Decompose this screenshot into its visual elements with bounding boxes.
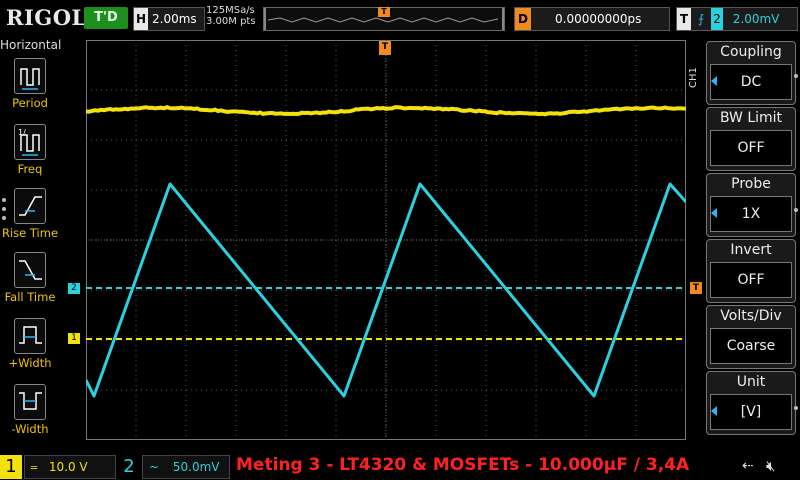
dc-coupling-icon: ═ [31, 463, 37, 474]
ch1-offset-marker[interactable]: 1 [68, 333, 80, 344]
bw-limit-title: BW Limit [707, 110, 795, 126]
ch2-badge[interactable]: 2 [118, 455, 140, 479]
left-menu-title: Horizontal [0, 38, 60, 52]
trigger-settings-display[interactable]: T ⨍ 2 2.00mV [676, 7, 798, 31]
right-page-dot [794, 74, 798, 78]
waveform-display[interactable] [86, 40, 686, 440]
timebase-display[interactable]: H 2.00ms [133, 7, 205, 31]
rigol-logo: RIGOL [6, 5, 87, 30]
trigger-level-value: 2.00mV [733, 12, 780, 26]
ch2-scale-display[interactable]: ~ 50.0mV [142, 455, 230, 479]
bw-limit-button[interactable]: BW Limit OFF [706, 107, 796, 171]
measure-frequency-button[interactable]: 1/ Freq [0, 124, 60, 176]
ac-coupling-icon: ~ [149, 460, 159, 474]
bw-limit-value: OFF [710, 130, 792, 166]
positive-width-icon [14, 318, 46, 354]
timebase-value: 2.00ms [152, 12, 197, 26]
volts-div-title: Volts/Div [707, 308, 795, 324]
trigger-source: 2 [711, 8, 723, 30]
probe-button[interactable]: Probe 1X [706, 173, 796, 237]
invert-button[interactable]: Invert OFF [706, 239, 796, 303]
coupling-button[interactable]: Coupling DC [706, 41, 796, 105]
coupling-arrow-icon [711, 76, 717, 86]
period-icon [14, 58, 46, 94]
trigger-level-marker[interactable]: T [690, 282, 702, 294]
right-page-dot [794, 406, 798, 410]
unit-title: Unit [707, 374, 795, 390]
probe-arrow-icon [711, 208, 717, 218]
coupling-value: DC [710, 64, 792, 100]
negative-width-icon [14, 384, 46, 420]
rise-time-label: Rise Time [0, 226, 60, 240]
trigger-key: T [677, 8, 691, 30]
unit-value: [V] [710, 394, 792, 430]
memory-trigger-marker: T [378, 7, 390, 17]
invert-title: Invert [707, 242, 795, 258]
screen-caption: Meting 3 - LT4320 & MOSFETs - 10.000µF /… [236, 452, 689, 478]
measure-fall-time-button[interactable]: Fall Time [0, 252, 60, 304]
memory-waveform-overview: T [263, 7, 505, 31]
period-label: Period [0, 96, 60, 110]
ch1-menu-tab: CH1 [688, 60, 704, 96]
measure-negative-width-button[interactable]: -Width [0, 384, 60, 436]
memory-depth: 3.00M pts [206, 16, 256, 27]
negative-width-label: -Width [0, 422, 60, 436]
fall-time-icon [14, 252, 46, 288]
measure-rise-time-button[interactable]: Rise Time [0, 188, 60, 240]
ch1-scale-display[interactable]: ═ 10.0 V [24, 455, 116, 479]
usb-icon: ⇠ [742, 458, 754, 474]
waveform-graticule [86, 40, 686, 440]
speaker-muted-icon[interactable]: 🔇︎ [766, 457, 775, 475]
unit-arrow-icon [711, 406, 717, 416]
probe-title: Probe [707, 176, 795, 192]
probe-value: 1X [710, 196, 792, 232]
coupling-title: Coupling [707, 44, 795, 60]
volts-div-value: Coarse [710, 328, 792, 364]
invert-value: OFF [710, 262, 792, 298]
svg-text:1/: 1/ [18, 128, 26, 137]
timebase-key: H [134, 8, 148, 30]
acquisition-info: 125MSa/s 3.00M pts [206, 5, 256, 27]
fall-time-label: Fall Time [0, 290, 60, 304]
sample-rate: 125MSa/s [206, 5, 256, 16]
ch1-scale: 10.0 V [49, 460, 88, 474]
positive-width-label: +Width [0, 356, 60, 370]
run-status-badge[interactable]: T'D [84, 7, 128, 29]
measure-period-button[interactable]: Period [0, 58, 60, 110]
ch1-waveform [86, 107, 686, 114]
ch2-scale: 50.0mV [173, 460, 220, 474]
delay-key: D [515, 8, 531, 30]
rising-edge-icon: ⨍ [698, 12, 704, 26]
ch1-badge[interactable]: 1 [0, 455, 22, 479]
volts-div-button[interactable]: Volts/Div Coarse [706, 305, 796, 369]
ch2-offset-marker[interactable]: 2 [68, 283, 80, 294]
rise-time-icon [14, 188, 46, 224]
trigger-delay-display[interactable]: D 0.00000000ps [514, 7, 670, 31]
unit-button[interactable]: Unit [V] [706, 371, 796, 435]
trigger-position-marker[interactable]: T [379, 41, 391, 55]
measure-positive-width-button[interactable]: +Width [0, 318, 60, 370]
frequency-label: Freq [0, 162, 60, 176]
delay-value: 0.00000000ps [535, 12, 641, 26]
frequency-icon: 1/ [14, 124, 46, 160]
right-page-dot [794, 208, 798, 212]
